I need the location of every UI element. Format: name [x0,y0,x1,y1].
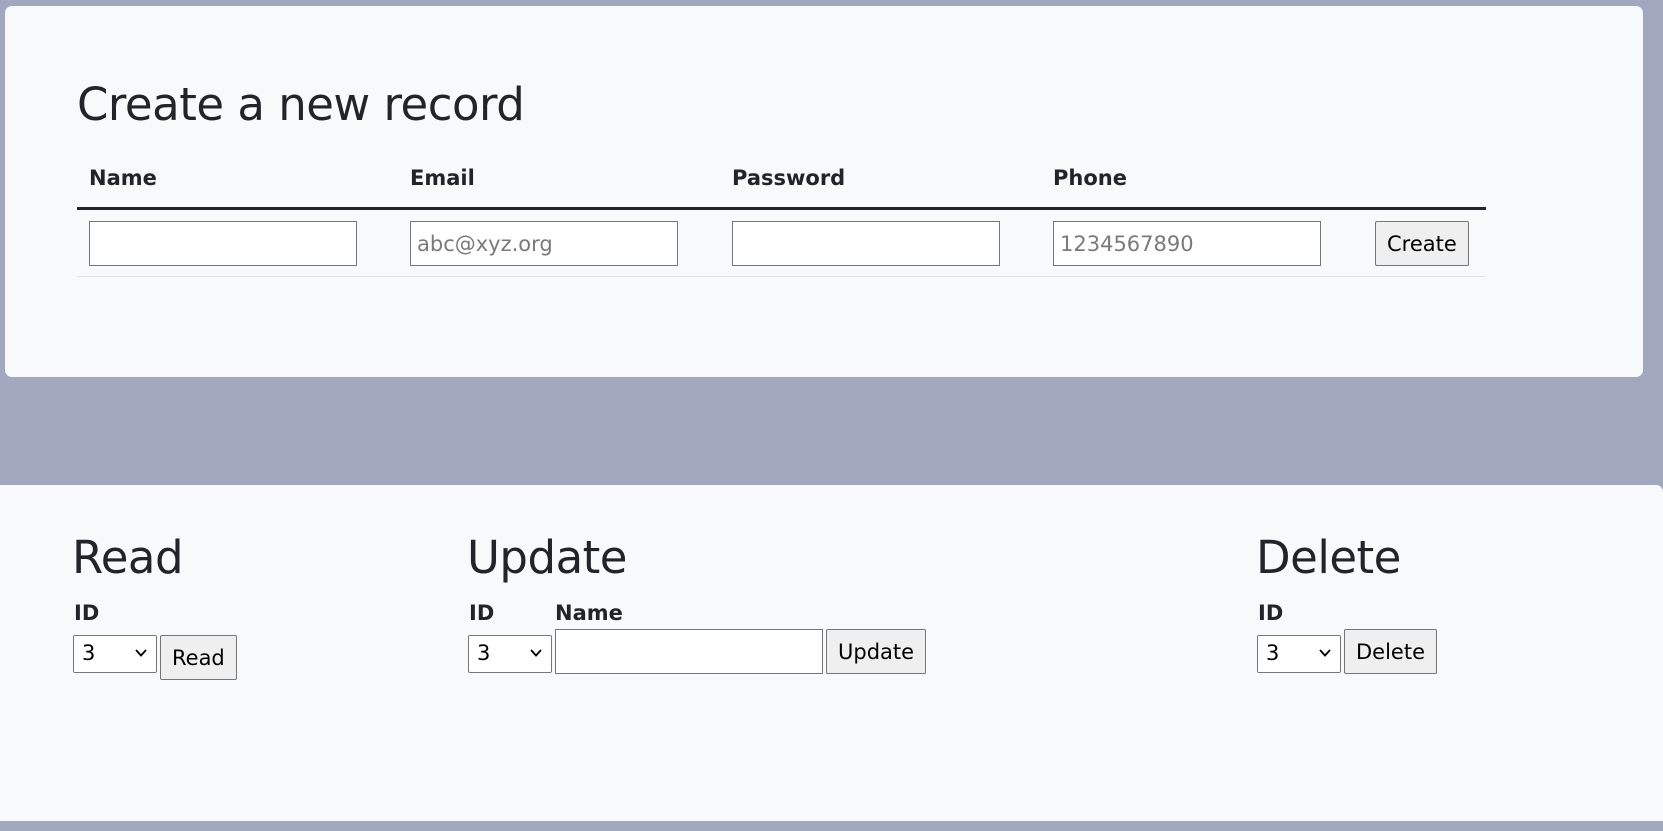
column-header-name: Name [89,166,157,190]
create-title: Create a new record [77,78,525,131]
update-name-input[interactable] [555,629,823,674]
read-title: Read [72,531,184,584]
delete-id-value: 3 [1266,641,1280,665]
read-button[interactable]: Read [160,635,237,680]
row-divider [77,276,1486,277]
read-id-label: ID [74,601,100,625]
update-id-label: ID [469,601,495,625]
create-record-card: Create a new record Name Email Password … [5,6,1643,377]
read-id-select[interactable]: 3 [73,635,157,673]
crud-card: Read ID 3 Read Update ID Name 3 Update D… [0,485,1663,821]
email-input[interactable] [410,221,678,266]
password-input[interactable] [732,221,1000,266]
column-header-password: Password [732,166,846,190]
name-input[interactable] [89,221,357,266]
update-id-value: 3 [477,641,491,665]
column-header-phone: Phone [1053,166,1127,190]
chevron-down-icon [135,649,147,657]
phone-input[interactable] [1053,221,1321,266]
update-button[interactable]: Update [826,629,927,674]
read-id-value: 3 [82,641,96,665]
chevron-down-icon [1319,649,1331,657]
create-button[interactable]: Create [1375,221,1469,266]
delete-id-label: ID [1258,601,1284,625]
delete-title: Delete [1256,531,1401,584]
update-id-select[interactable]: 3 [468,635,552,673]
chevron-down-icon [530,649,542,657]
delete-id-select[interactable]: 3 [1257,635,1341,673]
delete-button[interactable]: Delete [1344,629,1437,674]
update-name-label: Name [555,601,623,625]
update-title: Update [467,531,627,584]
header-divider [77,207,1486,210]
column-header-email: Email [410,166,475,190]
